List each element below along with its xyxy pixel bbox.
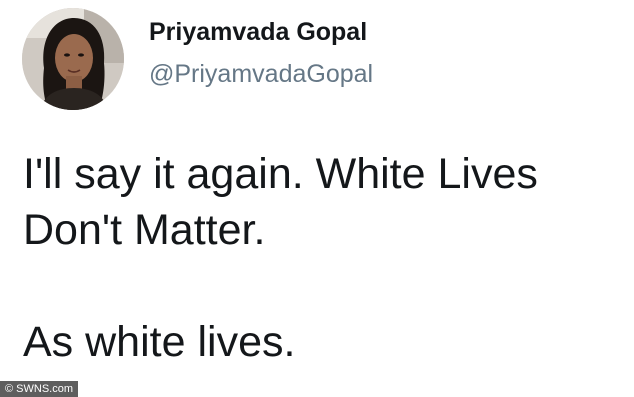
profile-photo-icon bbox=[22, 8, 124, 110]
tweet-text-line: Don't Matter. bbox=[23, 206, 266, 254]
tweet-text-line: As white lives. bbox=[23, 318, 296, 366]
avatar[interactable] bbox=[22, 8, 124, 110]
tweet-text: I'll say it again. White Lives Don't Mat… bbox=[23, 146, 623, 370]
tweet-card: Priyamvada Gopal @PriyamvadaGopal I'll s… bbox=[0, 0, 634, 397]
author-handle[interactable]: @PriyamvadaGopal bbox=[149, 60, 373, 89]
watermark-credit: © SWNS.com bbox=[0, 381, 78, 397]
author-display-name[interactable]: Priyamvada Gopal bbox=[149, 18, 367, 47]
tweet-text-line: I'll say it again. White Lives bbox=[23, 150, 538, 198]
